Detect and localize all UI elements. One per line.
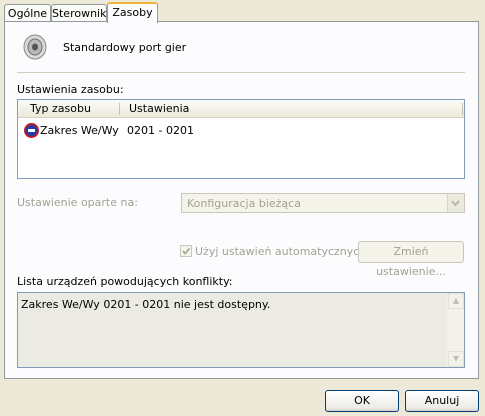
table-row[interactable]: Zakres We/Wy 0201 - 0201 <box>22 123 462 139</box>
resource-setting-cell: 0201 - 0201 <box>127 124 194 137</box>
based-on-value: Konfiguracja bieżąca <box>187 197 301 210</box>
cancel-button[interactable]: Anuluj <box>405 390 479 412</box>
auto-settings-label: Użyj ustawień automatycznych <box>195 245 367 258</box>
resource-list[interactable]: Typ zasobu Ustawienia Zakres We/Wy 0201 … <box>17 99 465 179</box>
column-resource-type[interactable]: Typ zasobu <box>21 100 121 117</box>
conflicts-label: Lista urządzeń powodujących konflikty: <box>17 275 233 288</box>
column-separator[interactable] <box>462 103 463 115</box>
list-header: Typ zasobu Ustawienia <box>18 100 464 118</box>
speaker-icon <box>21 33 49 64</box>
tab-resources[interactable]: Zasoby <box>107 2 158 23</box>
device-name: Standardowy port gier <box>63 41 187 54</box>
scroll-up-icon[interactable]: ▲ <box>448 293 464 309</box>
change-setting-button[interactable]: Zmień ustawienie... <box>358 241 464 278</box>
column-setting[interactable]: Ustawienia <box>120 100 370 117</box>
separator <box>17 72 465 73</box>
resource-settings-label: Ustawienia zasobu: <box>17 83 124 96</box>
based-on-label: Ustawienie oparte na: <box>17 196 138 209</box>
conflicts-textarea[interactable]: Zakres We/Wy 0201 - 0201 nie jest dostęp… <box>17 292 465 368</box>
auto-settings-checkbox[interactable] <box>180 245 192 257</box>
ok-button[interactable]: OK <box>325 390 399 412</box>
scroll-down-icon[interactable]: ▼ <box>448 351 464 367</box>
chevron-down-icon[interactable] <box>447 194 464 212</box>
resource-type-cell: Zakres We/Wy <box>40 124 119 137</box>
tab-general[interactable]: Ogólne <box>4 4 51 22</box>
io-range-conflict-icon <box>24 123 39 141</box>
conflict-text: Zakres We/Wy 0201 - 0201 nie jest dostęp… <box>21 298 271 311</box>
tab-driver[interactable]: Sterownik <box>51 4 107 22</box>
scrollbar[interactable]: ▲ ▼ <box>447 293 464 367</box>
checkmark-icon <box>182 247 191 255</box>
based-on-select[interactable]: Konfiguracja bieżąca <box>181 193 465 213</box>
